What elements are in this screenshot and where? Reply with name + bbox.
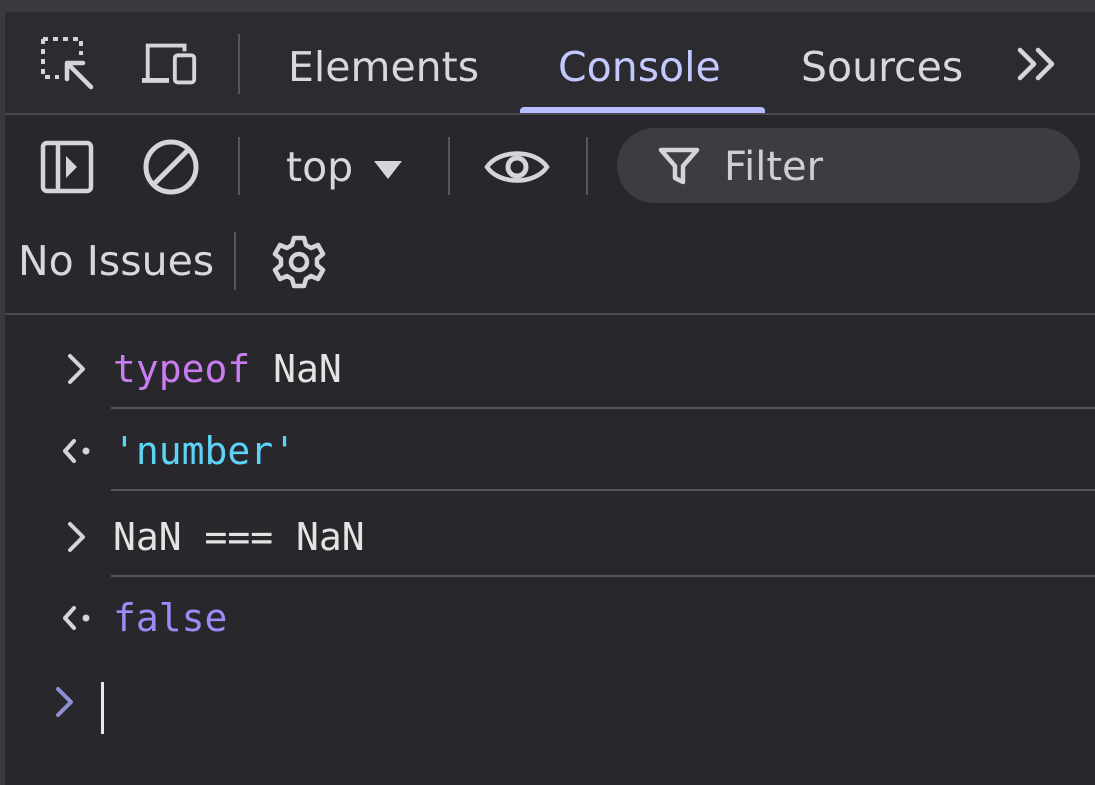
row-divider bbox=[111, 407, 1095, 409]
toolbar-divider bbox=[448, 137, 450, 195]
inspect-element-icon[interactable] bbox=[38, 34, 98, 94]
string-result: 'number' bbox=[113, 429, 297, 473]
tab-elements[interactable]: Elements bbox=[288, 39, 479, 95]
row-divider bbox=[111, 575, 1095, 577]
filter-funnel-icon bbox=[657, 144, 701, 188]
row-divider bbox=[111, 489, 1095, 491]
window-top-edge bbox=[0, 0, 1095, 12]
live-expression-icon[interactable] bbox=[482, 137, 552, 197]
tab-bar-divider bbox=[238, 34, 240, 94]
context-value: top bbox=[286, 143, 354, 191]
result-arrow-icon bbox=[57, 588, 97, 648]
keyword-token: typeof bbox=[113, 347, 251, 391]
toolbar-divider bbox=[586, 137, 588, 195]
js-context-select[interactable]: top bbox=[286, 137, 403, 197]
console-input-row[interactable]: NaN === NaN bbox=[5, 507, 1095, 587]
tab-console[interactable]: Console bbox=[558, 39, 721, 95]
console-result-row[interactable]: false bbox=[5, 588, 1095, 668]
prompt-chevron-icon bbox=[45, 672, 85, 732]
active-tab-indicator bbox=[520, 107, 765, 113]
clear-console-icon[interactable] bbox=[141, 137, 201, 197]
show-sidebar-icon[interactable] bbox=[37, 137, 97, 197]
console-output: typeof NaN 'number' NaN === NaN false bbox=[5, 315, 1095, 785]
double-chevron-right-icon[interactable] bbox=[1007, 34, 1067, 94]
device-toolbar-icon[interactable] bbox=[140, 34, 200, 94]
boolean-result: false bbox=[113, 596, 228, 640]
text-cursor bbox=[101, 682, 104, 734]
console-code: NaN === NaN bbox=[113, 515, 365, 559]
input-chevron-icon bbox=[57, 507, 97, 567]
caret-down-icon bbox=[373, 143, 403, 191]
filter-input[interactable] bbox=[722, 138, 1056, 195]
devtools-panel: Elements Console Sources top Filter No I… bbox=[0, 0, 1095, 785]
console-input-row[interactable]: typeof NaN bbox=[5, 339, 1095, 419]
console-result-row[interactable]: 'number' bbox=[5, 421, 1095, 501]
tab-sources[interactable]: Sources bbox=[801, 39, 963, 95]
filter-field[interactable] bbox=[617, 128, 1080, 203]
toolbar-divider bbox=[234, 232, 236, 290]
console-toolbar: top No Issues bbox=[5, 115, 1095, 315]
issues-count[interactable]: No Issues bbox=[18, 233, 214, 289]
main-tab-bar: Elements Console Sources bbox=[5, 12, 1095, 115]
input-chevron-icon bbox=[57, 339, 97, 399]
toolbar-divider bbox=[238, 137, 240, 195]
plain-token: NaN bbox=[250, 347, 342, 391]
console-code: typeof NaN bbox=[113, 339, 342, 399]
result-arrow-icon bbox=[57, 421, 97, 481]
console-prompt-row[interactable] bbox=[5, 672, 1095, 742]
gear-icon[interactable] bbox=[268, 232, 330, 292]
